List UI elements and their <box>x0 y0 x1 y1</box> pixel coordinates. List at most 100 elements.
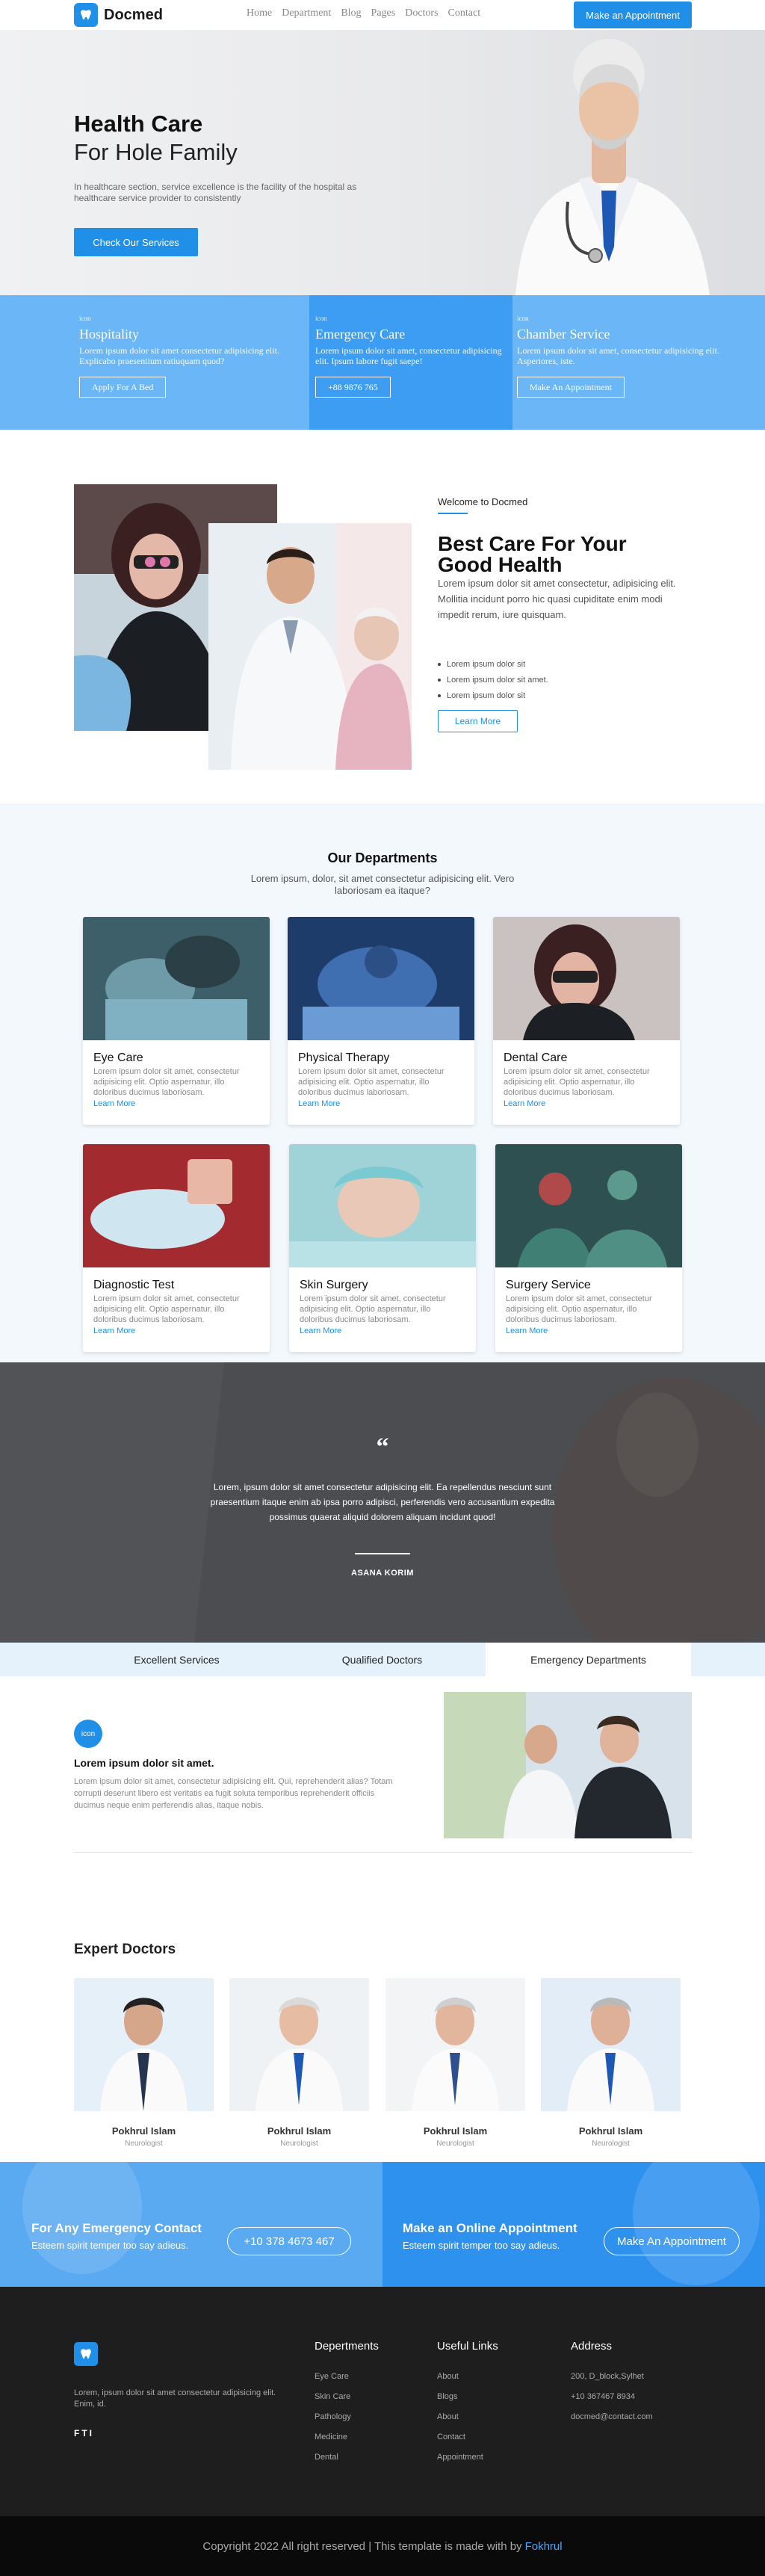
department-card-eye-care[interactable]: Eye Care Lorem ipsum dolor sit amet, con… <box>83 917 270 1125</box>
doctor-card[interactable]: Pokhrul Islam Neurologist <box>385 1978 525 2156</box>
department-learn-more-link[interactable]: Learn More <box>298 1099 474 1108</box>
footer-link[interactable]: Dental <box>315 2453 351 2473</box>
department-card-dental-care[interactable]: Dental Care Lorem ipsum dolor sit amet, … <box>493 917 680 1125</box>
footer-link[interactable]: Contact <box>437 2433 483 2453</box>
copyright-text: Copyright 2022 All right reserved | This… <box>202 2539 522 2553</box>
department-learn-more-link[interactable]: Learn More <box>300 1326 476 1335</box>
footer-list-useful-links: About Blogs About Contact Appointment <box>437 2372 483 2473</box>
quote-icon: “ <box>376 1433 389 1461</box>
apply-bed-button[interactable]: Apply For A Bed <box>79 377 167 398</box>
service-text: Lorem ipsum dolor sit amet, consectetur … <box>517 345 719 366</box>
service-title: Chamber Service <box>517 327 610 342</box>
chamber-appointment-button[interactable]: Make An Appointment <box>517 377 625 398</box>
service-icon: icon <box>517 315 529 322</box>
footer-link[interactable]: Medicine <box>315 2433 351 2453</box>
tab-content-title: Lorem ipsum dolor sit amet. <box>74 1757 214 1769</box>
welcome-subtitle: Welcome to Docmed <box>438 496 528 507</box>
nav-pages[interactable]: Pages <box>371 7 396 19</box>
emergency-phone-pill[interactable]: +10 378 4673 467 <box>227 2227 351 2255</box>
footer-link[interactable]: Skin Care <box>315 2392 351 2412</box>
department-text: Lorem ipsum dolor sit amet, consectetur … <box>298 1067 445 1097</box>
department-image <box>288 917 474 1040</box>
service-card-emergency: icon Emergency Care Lorem ipsum dolor si… <box>309 295 512 430</box>
footer-list-address: 200, D_block,Sylhet +10 367467 8934 docm… <box>571 2372 653 2433</box>
testimonial-text: Lorem, ipsum dolor sit amet consectetur … <box>210 1482 555 1522</box>
doctor-role: Neurologist <box>592 2140 630 2148</box>
footer-link[interactable]: Blogs <box>437 2392 483 2412</box>
hero-doctor-image <box>515 39 710 295</box>
department-learn-more-link[interactable]: Learn More <box>93 1326 270 1335</box>
doctor-role: Neurologist <box>436 2140 474 2148</box>
tab-content-image <box>444 1692 692 1838</box>
service-card-hospitality: icon Hospitality Lorem ipsum dolor sit a… <box>0 295 309 430</box>
doctor-patient-image <box>208 523 412 770</box>
department-image <box>493 917 680 1040</box>
department-learn-more-link[interactable]: Learn More <box>506 1326 682 1335</box>
footer-link[interactable]: Eye Care <box>315 2372 351 2392</box>
cta-appointment-text: Esteem spirit temper too say adieus. <box>403 2240 560 2251</box>
doctor-role: Neurologist <box>280 2140 318 2148</box>
cta-emergency: For Any Emergency Contact Esteem spirit … <box>0 2162 382 2287</box>
department-learn-more-link[interactable]: Learn More <box>93 1099 270 1108</box>
nav-doctors[interactable]: Doctors <box>405 7 438 19</box>
department-text: Lorem ipsum dolor sit amet, consectetur … <box>93 1294 240 1324</box>
tab-qualified-doctors[interactable]: Qualified Doctors <box>279 1643 485 1676</box>
welcome-text: Lorem ipsum dolor sit amet consectetur, … <box>438 578 676 620</box>
doctors-title: Expert Doctors <box>74 1942 176 1957</box>
doctor-name: Pokhrul Islam <box>267 2125 332 2137</box>
header-appointment-button[interactable]: Make an Appointment <box>574 1 692 28</box>
tab-emergency-departments[interactable]: Emergency Departments <box>486 1643 691 1676</box>
welcome-title: Best Care For Your Good Health <box>438 532 627 576</box>
footer-tooth-icon[interactable] <box>74 2342 98 2366</box>
nav-contact[interactable]: Contact <box>448 7 481 19</box>
nav-home[interactable]: Home <box>247 7 272 19</box>
department-title: Dental Care <box>504 1051 568 1064</box>
logo[interactable]: Docmed <box>74 3 163 27</box>
department-text: Lorem ipsum dolor sit amet, consectetur … <box>506 1294 652 1324</box>
doctor-card[interactable]: Pokhrul Islam Neurologist <box>229 1978 369 2156</box>
nav-blog[interactable]: Blog <box>341 7 361 19</box>
section-divider <box>74 1852 692 1853</box>
doctor-card[interactable]: Pokhrul Islam Neurologist <box>74 1978 214 2156</box>
service-title: Emergency Care <box>315 327 406 342</box>
doctor-name: Pokhrul Islam <box>423 2125 488 2137</box>
department-card-physical-therapy[interactable]: Physical Therapy Lorem ipsum dolor sit a… <box>288 917 474 1125</box>
departments-title: Our Departments <box>327 850 438 865</box>
doctor-photo <box>385 1978 525 2111</box>
department-image <box>83 917 270 1040</box>
footer-link[interactable]: About <box>437 2372 483 2392</box>
footer-link[interactable]: Pathology <box>315 2412 351 2433</box>
service-icon: icon <box>315 315 327 322</box>
list-item: Lorem ipsum dolor sit <box>438 656 548 672</box>
welcome-list: Lorem ipsum dolor sit Lorem ipsum dolor … <box>438 656 548 703</box>
tooth-icon <box>74 3 98 27</box>
department-card-surgery-service[interactable]: Surgery Service Lorem ipsum dolor sit am… <box>495 1144 682 1352</box>
footer-email[interactable]: docmed@contact.com <box>571 2412 653 2433</box>
hero-title: Health Care <box>74 111 203 137</box>
department-learn-more-link[interactable]: Learn More <box>504 1099 680 1108</box>
hero-subtitle: For Hole Family <box>74 139 238 165</box>
department-card-skin-surgery[interactable]: Skin Surgery Lorem ipsum dolor sit amet,… <box>289 1144 476 1352</box>
nav-department[interactable]: Department <box>282 7 331 19</box>
copyright-author-link[interactable]: Fokhrul <box>525 2540 563 2553</box>
tab-excellent-services[interactable]: Excellent Services <box>74 1643 279 1676</box>
copyright-bar: Copyright 2022 All right reserved | This… <box>0 2516 765 2576</box>
department-text: Lorem ipsum dolor sit amet, consectetur … <box>93 1067 240 1097</box>
doctor-name: Pokhrul Islam <box>111 2125 176 2137</box>
hero-section: Health Care For Hole Family In healthcar… <box>0 30 765 295</box>
check-services-button[interactable]: Check Our Services <box>74 228 198 256</box>
cta-make-appointment-button[interactable]: Make An Appointment <box>604 2227 740 2255</box>
emergency-phone-button[interactable]: +88 9876 765 <box>315 377 391 398</box>
welcome-divider <box>438 513 468 514</box>
service-icon: icon <box>79 315 91 322</box>
department-title: Surgery Service <box>506 1279 591 1291</box>
learn-more-button[interactable]: Learn More <box>438 710 518 732</box>
department-text: Lorem ipsum dolor sit amet, consectetur … <box>504 1067 650 1097</box>
departments-subtitle: Lorem ipsum, dolor, sit amet consectetur… <box>250 873 515 896</box>
department-card-diagnostic-test[interactable]: Diagnostic Test Lorem ipsum dolor sit am… <box>83 1144 270 1352</box>
footer-list-departments: Eye Care Skin Care Pathology Medicine De… <box>315 2372 351 2473</box>
footer-link[interactable]: About <box>437 2412 483 2433</box>
doctor-card[interactable]: Pokhrul Islam Neurologist <box>541 1978 681 2156</box>
footer-text: Lorem, ipsum dolor sit amet consectetur … <box>74 2388 276 2409</box>
footer-link[interactable]: Appointment <box>437 2453 483 2473</box>
